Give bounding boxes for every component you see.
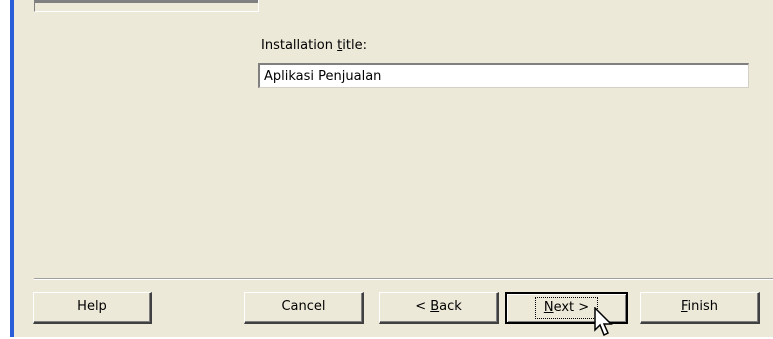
focus-rect: Next >: [534, 297, 599, 319]
button-separator: [34, 278, 773, 280]
cancel-button[interactable]: Cancel: [244, 292, 364, 324]
installation-title-label: Installation title:: [261, 38, 367, 53]
top-panel-edge: [34, 0, 259, 12]
installation-title-input[interactable]: Aplikasi Penjualan: [258, 63, 749, 88]
help-button[interactable]: Help: [33, 292, 152, 324]
wizard-dialog: Installation title: Aplikasi Penjualan H…: [14, 0, 773, 337]
back-button[interactable]: < Back: [379, 292, 499, 324]
mouse-pointer-icon: [594, 307, 613, 337]
finish-button[interactable]: Finish: [640, 292, 760, 324]
